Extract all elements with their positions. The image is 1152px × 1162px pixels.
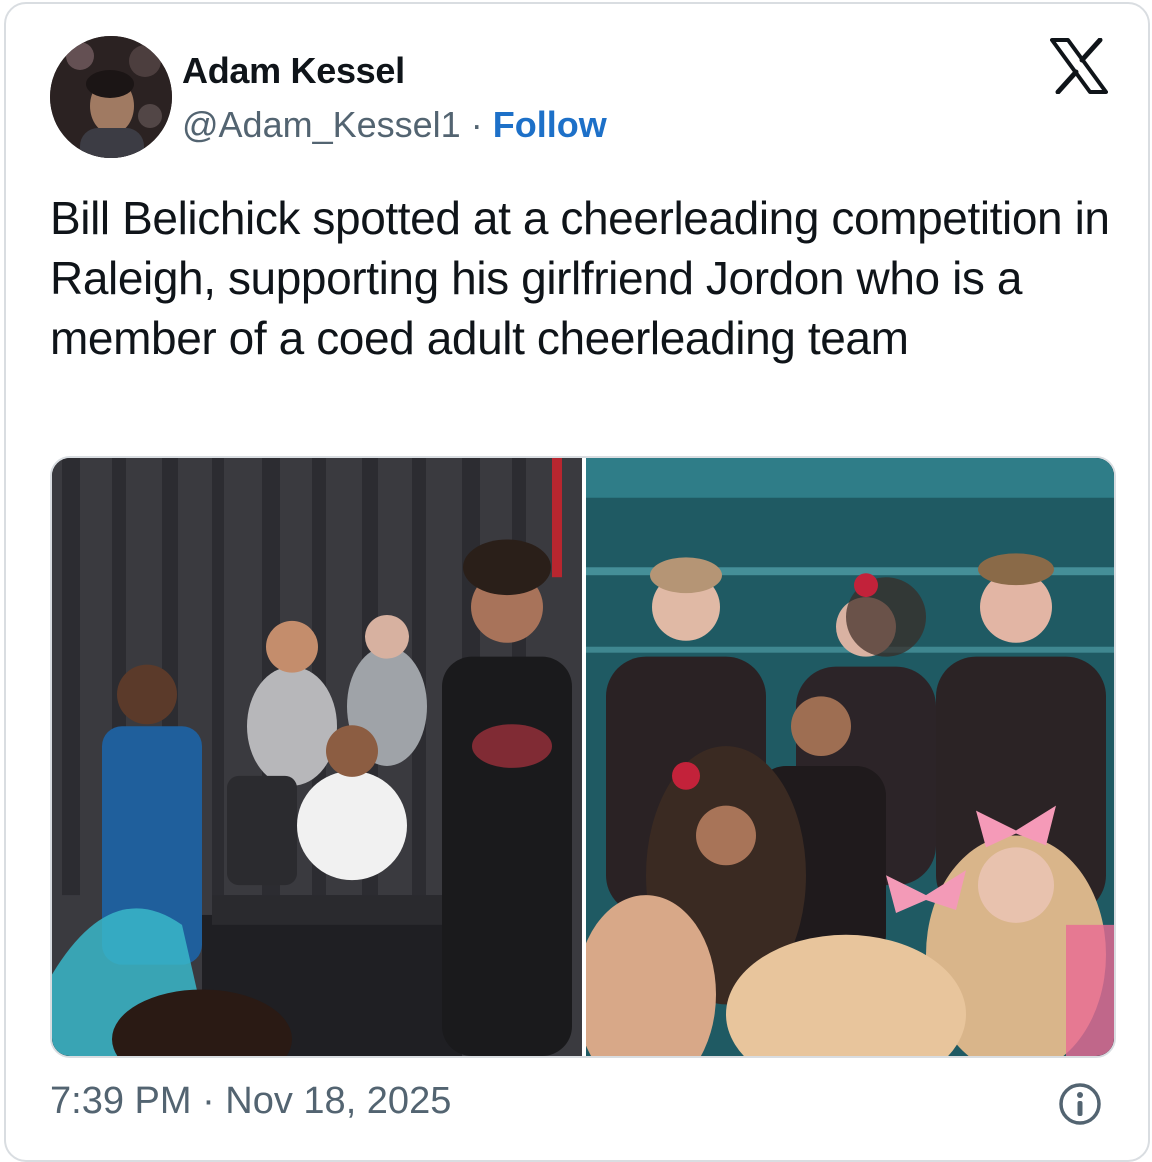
author-name[interactable]: Adam Kessel <box>182 50 405 92</box>
author-handle-row: @Adam_Kessel1 · Follow <box>182 104 607 146</box>
photo-left[interactable] <box>52 458 582 1056</box>
media-grid <box>50 456 1116 1058</box>
follow-button[interactable]: Follow <box>493 104 607 145</box>
x-logo-icon[interactable] <box>1050 38 1108 94</box>
author-handle[interactable]: @Adam_Kessel1 <box>182 104 461 145</box>
author-avatar[interactable] <box>50 36 172 158</box>
tweet-card: Adam Kessel @Adam_Kessel1 · Follow Bill … <box>4 2 1150 1162</box>
tweet-text: Bill Belichick spotted at a cheerleading… <box>50 192 1110 364</box>
tweet-timestamp[interactable]: 7:39 PM · Nov 18, 2025 <box>50 1080 451 1123</box>
avatar-photo <box>50 36 172 158</box>
handle-separator: · <box>470 104 483 145</box>
info-icon[interactable] <box>1058 1082 1102 1126</box>
photo-right[interactable] <box>586 458 1114 1056</box>
